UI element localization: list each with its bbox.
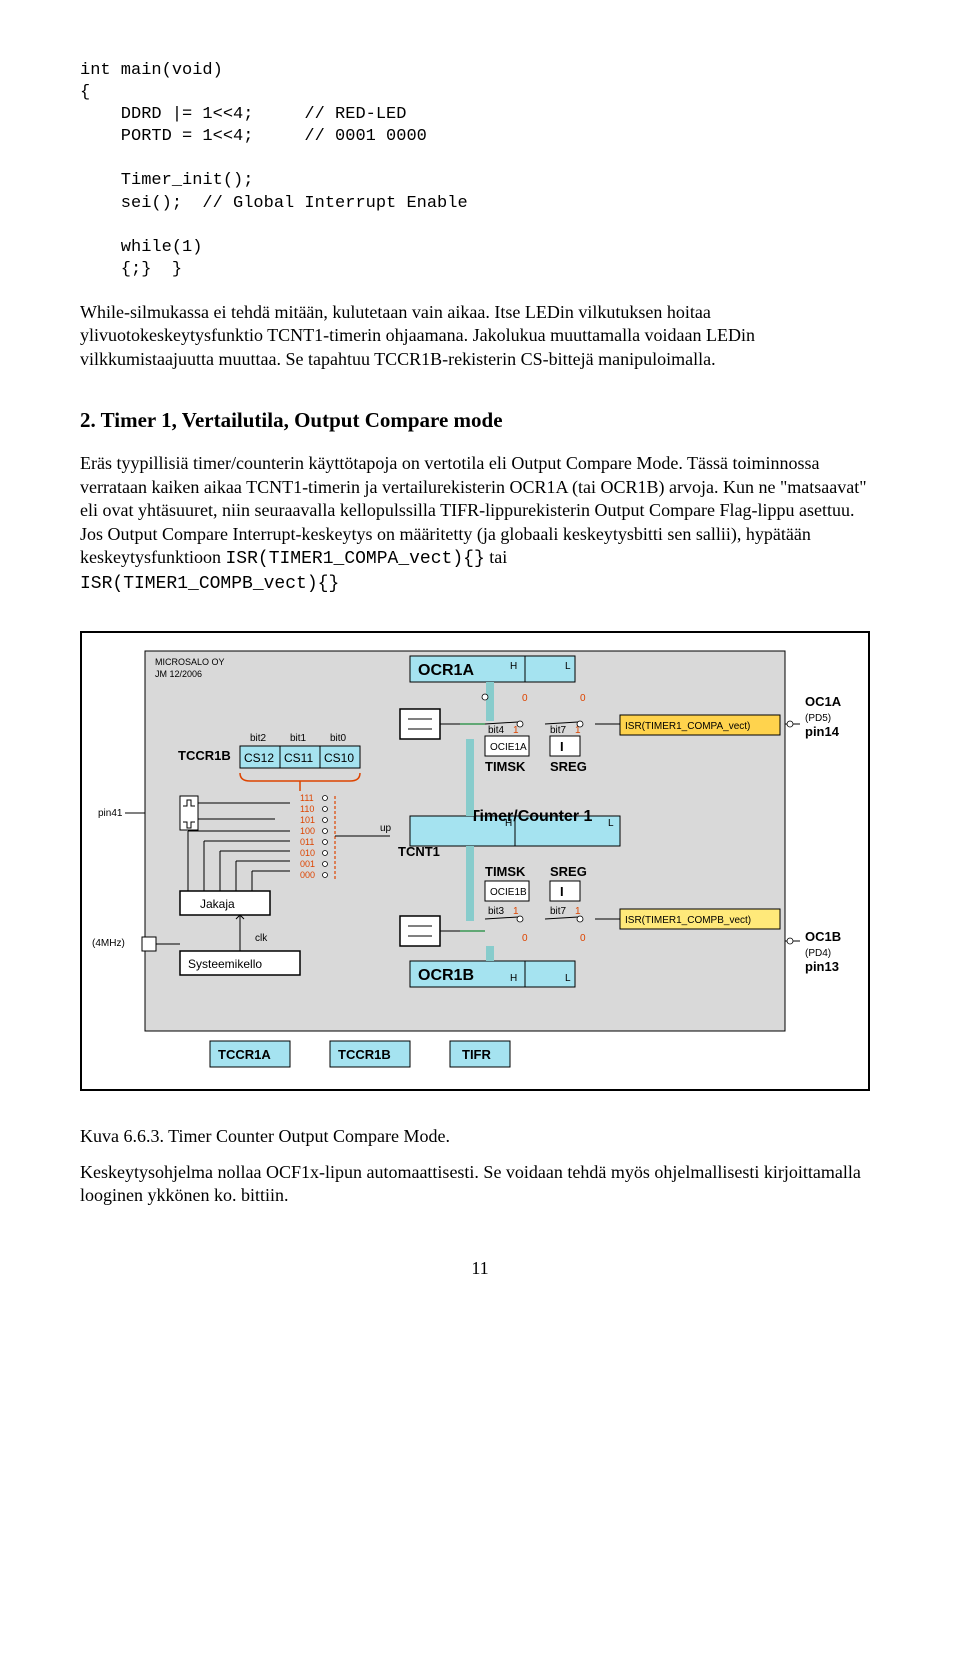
timercounter-label: Timer/Counter 1 — [470, 808, 593, 825]
svg-text:001: 001 — [300, 859, 315, 869]
svg-text:I: I — [560, 884, 564, 899]
isr-code-a: ISR(TIMER1_COMPA_vect){} — [226, 549, 485, 569]
svg-text:111: 111 — [300, 793, 314, 803]
svg-text:pin14: pin14 — [805, 724, 840, 739]
credit-1: MICROSALO OY — [155, 657, 225, 667]
svg-text:bit1: bit1 — [290, 733, 307, 744]
paragraph-2: Eräs tyypillisiä timer/counterin käyttöt… — [80, 452, 880, 596]
tcnt1-label: TCNT1 — [398, 844, 440, 859]
ocr1a-label: OCR1A — [418, 662, 474, 679]
svg-text:H: H — [510, 973, 517, 984]
svg-text:0: 0 — [522, 933, 528, 944]
timsk-label-b: TIMSK — [485, 864, 526, 879]
svg-text:TCCR1B: TCCR1B — [338, 1047, 391, 1062]
svg-text:1: 1 — [575, 906, 581, 917]
isr-b-label: ISR(TIMER1_COMPB_vect) — [625, 915, 751, 926]
paragraph-2b: tai — [489, 547, 507, 567]
svg-text:(PD5): (PD5) — [805, 713, 831, 724]
paragraph-3: Keskeytysohjelma nollaa OCF1x-lipun auto… — [80, 1161, 880, 1208]
isr-code-b: ISR(TIMER1_COMPB_vect){} — [80, 574, 339, 594]
svg-text:up: up — [380, 823, 392, 834]
paragraph-1: While-silmukassa ei tehdä mitään, kulute… — [80, 301, 880, 371]
svg-text:bit7: bit7 — [550, 725, 567, 736]
svg-text:bit3: bit3 — [488, 906, 505, 917]
syskello-label: Systeemikello — [188, 957, 262, 971]
svg-text:CS12: CS12 — [244, 751, 274, 765]
svg-text:bit2: bit2 — [250, 733, 267, 744]
svg-text:bit7: bit7 — [550, 906, 567, 917]
svg-text:bit4: bit4 — [488, 725, 505, 736]
svg-text:I: I — [560, 739, 564, 754]
svg-text:0: 0 — [522, 693, 528, 704]
heading-2: 2. Timer 1, Vertailutila, Output Compare… — [80, 407, 880, 434]
sreg-label-b: SREG — [550, 864, 587, 879]
ocr1b-label: OCR1B — [418, 967, 474, 984]
credit-2: JM 12/2006 — [155, 669, 202, 679]
svg-text:clk: clk — [255, 933, 268, 944]
jakaja-label: Jakaja — [200, 897, 235, 911]
isr-a-label: ISR(TIMER1_COMPA_vect) — [625, 721, 750, 732]
svg-text:H: H — [510, 661, 517, 672]
oc1b-label: OC1B — [805, 929, 841, 944]
figure-caption: Kuva 6.6.3. Timer Counter Output Compare… — [80, 1125, 880, 1148]
ocie1a-label: OCIE1A — [490, 742, 527, 753]
svg-text:0: 0 — [580, 933, 586, 944]
svg-text:1: 1 — [513, 906, 519, 917]
oc1a-label: OC1A — [805, 694, 842, 709]
svg-text:pin13: pin13 — [805, 959, 839, 974]
sreg-label-a: SREG — [550, 759, 587, 774]
code-block: int main(void) { DDRD |= 1<<4; // RED-LE… — [80, 60, 880, 281]
svg-text:TIFR: TIFR — [462, 1047, 491, 1062]
svg-text:L: L — [608, 818, 614, 829]
svg-text:100: 100 — [300, 826, 315, 836]
svg-text:CS11: CS11 — [284, 751, 313, 765]
pin41-label: pin41 — [98, 808, 123, 819]
ocie1b-label: OCIE1B — [490, 887, 527, 898]
page-number: 11 — [80, 1257, 880, 1280]
svg-text:010: 010 — [300, 848, 315, 858]
timsk-label-a: TIMSK — [485, 759, 526, 774]
timer-diagram: MICROSALO OY JM 12/2006 OCR1A H L 0 0 TC… — [80, 631, 870, 1091]
svg-text:bit0: bit0 — [330, 733, 347, 744]
svg-text:110: 110 — [300, 804, 314, 814]
svg-text:TCCR1A: TCCR1A — [218, 1047, 271, 1062]
svg-text:(PD4): (PD4) — [805, 948, 831, 959]
svg-text:011: 011 — [300, 837, 314, 847]
svg-text:CS10: CS10 — [324, 751, 354, 765]
svg-text:H: H — [505, 818, 512, 829]
svg-text:L: L — [565, 973, 571, 984]
svg-text:0: 0 — [580, 693, 586, 704]
fourmhz-label: (4MHz) — [92, 938, 125, 949]
svg-text:101: 101 — [300, 815, 315, 825]
tccr1b-label: TCCR1B — [178, 748, 231, 763]
svg-text:L: L — [565, 661, 571, 672]
svg-text:000: 000 — [300, 870, 315, 880]
